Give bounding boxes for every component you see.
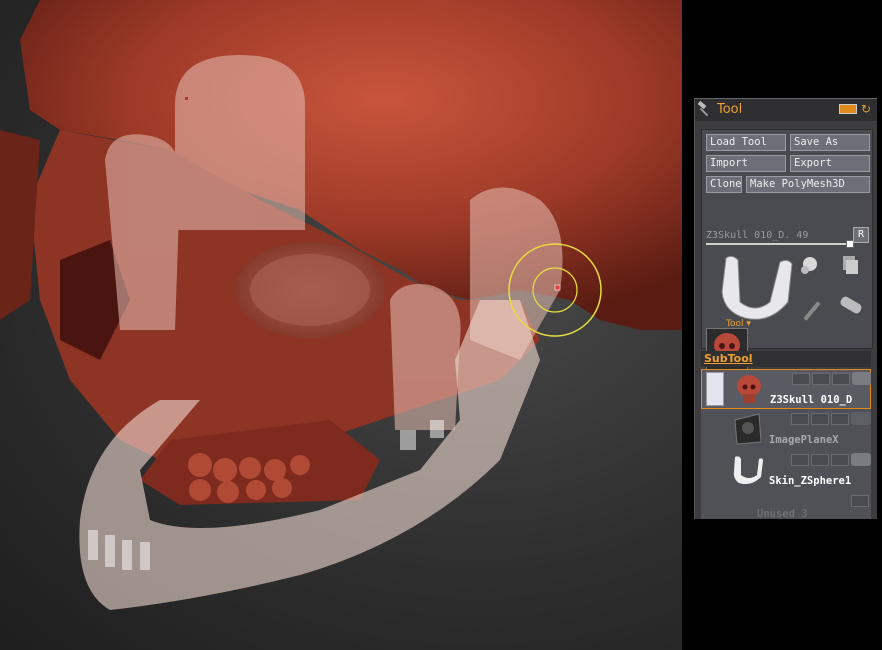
subtool-item-z3skull[interactable]: Z3Skull 010_D — [701, 369, 871, 409]
tool-slider[interactable]: Z3Skull 010_D. 49 — [706, 230, 854, 248]
subtool-item-imageplane[interactable]: ImagePlaneX — [701, 410, 871, 450]
save-as-button[interactable]: Save As — [790, 134, 870, 151]
subtool-toggle[interactable] — [811, 454, 829, 466]
subtool-toggle[interactable] — [831, 454, 849, 466]
subtool-item-unused[interactable]: Unused 3 — [701, 492, 871, 519]
import-button[interactable]: Import — [706, 155, 786, 172]
subtool-title: SubTool — [704, 352, 753, 365]
subtool-list: Z3Skull 010_D ImagePlaneX Skin_ZSphere1 — [701, 369, 871, 519]
subtool-toggle[interactable] — [812, 373, 830, 385]
subtool-toggle[interactable] — [792, 373, 810, 385]
subtool-header[interactable]: SubTool — [701, 351, 871, 367]
tool-palette-header[interactable]: Tool ↻ — [695, 99, 877, 121]
tool-thumbnails[interactable] — [710, 252, 870, 324]
subtool-toggle[interactable] — [832, 373, 850, 385]
tool-palette: Tool ↻ Load Tool Save As Import Export C… — [694, 98, 877, 519]
palette-menu-icon[interactable] — [839, 104, 857, 114]
3d-viewport[interactable] — [0, 0, 682, 650]
subtool-item-skin-zsphere[interactable]: Skin_ZSphere1 — [701, 451, 871, 491]
skull-icon — [737, 375, 761, 403]
subtool-toggle[interactable] — [851, 495, 869, 507]
subtool-name: Unused 3 — [757, 508, 808, 519]
subtool-name: Skin_ZSphere1 — [769, 475, 852, 487]
load-tool-button[interactable]: Load Tool — [706, 134, 786, 151]
skull-model — [0, 0, 682, 610]
eye-icon[interactable] — [852, 372, 871, 385]
subtool-toggle[interactable] — [831, 413, 849, 425]
subtool-toggle[interactable] — [811, 413, 829, 425]
subtool-name: Z3Skull 010_D — [770, 394, 853, 406]
eye-icon[interactable] — [851, 412, 871, 425]
tool-actions-panel: Load Tool Save As Import Export Clone Ma… — [701, 129, 873, 370]
export-button[interactable]: Export — [790, 155, 870, 172]
subtool-toggle[interactable] — [791, 413, 809, 425]
jaw-icon — [733, 456, 763, 485]
refresh-icon[interactable]: ↻ — [861, 102, 871, 116]
make-polymesh-button[interactable]: Make PolyMesh3D — [746, 176, 870, 193]
subtool-selector[interactable] — [706, 372, 724, 406]
slider-track[interactable] — [706, 243, 850, 245]
tool-palette-title: Tool — [717, 102, 743, 117]
subtool-toggle[interactable] — [791, 454, 809, 466]
clone-button[interactable]: Clone — [706, 176, 742, 193]
subtool-name: ImagePlaneX — [769, 434, 839, 446]
hammer-icon — [697, 101, 709, 117]
r-button[interactable]: R — [853, 227, 869, 243]
eye-icon[interactable] — [851, 453, 871, 466]
tool-slider-label: Z3Skull 010_D. 49 — [706, 230, 809, 241]
image-plane-icon — [734, 413, 762, 445]
